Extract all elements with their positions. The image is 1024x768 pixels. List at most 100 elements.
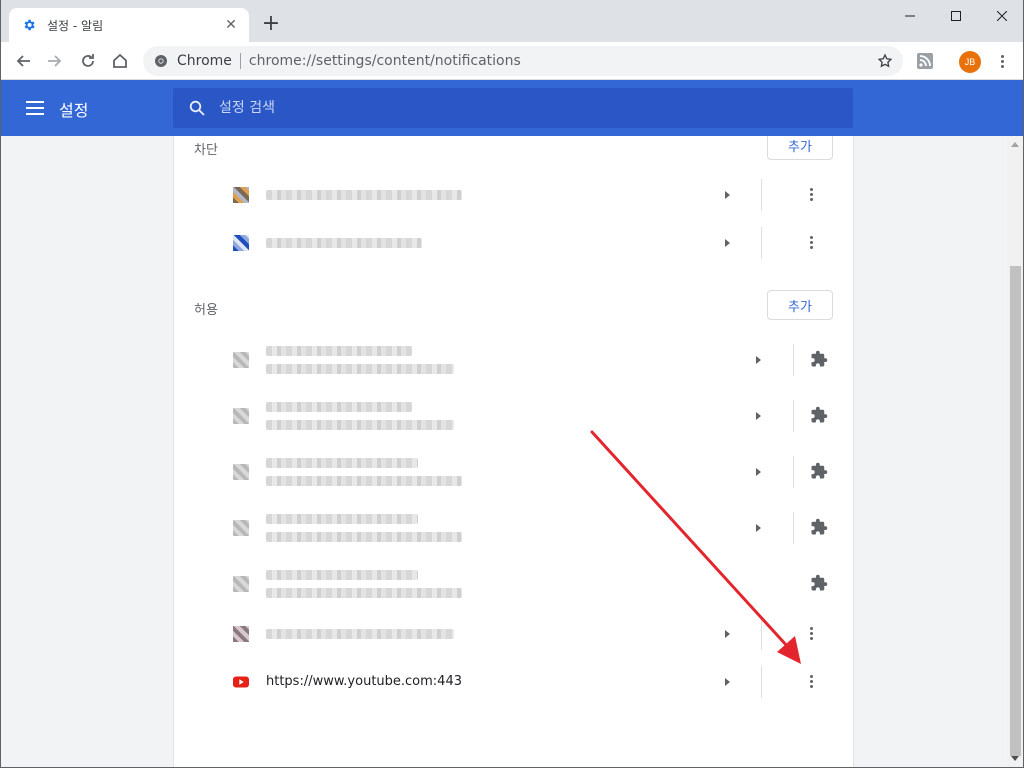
chevron-right-icon[interactable] (725, 239, 730, 247)
site-url-redacted (266, 458, 418, 468)
site-url-redacted (266, 629, 454, 639)
row-divider (793, 344, 794, 376)
reload-icon (82, 54, 94, 67)
scroll-up-arrow-icon[interactable] (1011, 142, 1019, 147)
site-source-redacted (266, 364, 454, 374)
browser-toolbar: Chrome chrome://settings/content/notific… (1, 42, 1023, 80)
site-source-redacted (266, 532, 462, 542)
settings-search[interactable] (173, 88, 853, 128)
chevron-right-icon[interactable] (756, 412, 761, 420)
site-source-redacted (266, 420, 454, 430)
back-button[interactable] (11, 49, 35, 73)
site-source-redacted (266, 476, 462, 486)
close-window-button[interactable] (979, 0, 1023, 32)
minimize-button[interactable] (887, 0, 933, 32)
youtube-icon (233, 674, 249, 694)
tab-strip: 설정 - 알림 ✕ + (1, 0, 1023, 42)
allowed-site-row[interactable] (174, 390, 855, 442)
chevron-right-icon[interactable] (725, 191, 730, 199)
url-separator (239, 53, 241, 69)
allowed-site-row-youtube[interactable]: https://www.youtube.com:443 (174, 658, 855, 706)
site-url-redacted (266, 514, 418, 524)
site-favicon (233, 187, 249, 203)
browser-window: 설정 - 알림 ✕ + Chrome chrome://settings/con… (0, 0, 1024, 768)
blocked-section-label: 차단 (194, 143, 218, 158)
site-favicon (233, 576, 249, 592)
more-vert-icon[interactable] (810, 188, 814, 201)
site-url-redacted (266, 346, 412, 356)
puzzle-icon[interactable] (810, 462, 828, 484)
tab-settings[interactable]: 설정 - 알림 ✕ (9, 8, 249, 42)
row-divider (793, 512, 794, 544)
arrow-left-icon (16, 55, 30, 67)
scrollbar-thumb[interactable] (1010, 266, 1021, 756)
allowed-site-row[interactable] (174, 334, 855, 386)
site-source-redacted (266, 588, 462, 598)
row-divider (793, 456, 794, 488)
notifications-card: 차단 추가 허용 추가 https://www.youtube.com:443 (173, 136, 855, 767)
scroll-down-arrow-icon[interactable] (1011, 756, 1019, 761)
forward-button[interactable] (43, 49, 67, 73)
rss-icon (917, 53, 933, 69)
url-origin: Chrome (177, 53, 232, 69)
home-button[interactable] (108, 49, 132, 73)
row-divider (761, 666, 762, 698)
more-vert-icon[interactable] (810, 675, 814, 688)
add-blocked-button[interactable]: 추가 (767, 136, 833, 160)
browser-menu-button[interactable] (991, 49, 1015, 73)
maximize-button[interactable] (933, 0, 979, 32)
blocked-site-row[interactable] (174, 171, 855, 219)
chevron-right-icon[interactable] (756, 356, 761, 364)
settings-title: 설정 (59, 101, 89, 120)
settings-content: 차단 추가 허용 추가 https://www.youtube.com:443 (1, 136, 1007, 767)
puzzle-icon[interactable] (810, 350, 828, 372)
chevron-right-icon[interactable] (756, 468, 761, 476)
reload-button[interactable] (76, 49, 100, 73)
search-input[interactable] (219, 100, 819, 116)
more-vert-icon (1001, 54, 1005, 68)
row-divider (761, 227, 762, 259)
allowed-site-row[interactable] (174, 446, 855, 498)
site-url-redacted (266, 570, 418, 580)
gear-icon (21, 17, 37, 33)
menu-button[interactable] (23, 96, 47, 120)
chevron-right-icon[interactable] (725, 678, 730, 686)
site-url: https://www.youtube.com:443 (266, 674, 462, 689)
row-divider (793, 400, 794, 432)
site-favicon (233, 352, 249, 368)
row-divider (761, 179, 762, 211)
page-scrollbar[interactable] (1007, 136, 1023, 767)
allowed-site-row[interactable] (174, 610, 855, 658)
allowed-site-row[interactable] (174, 502, 855, 554)
site-favicon (233, 408, 249, 424)
blocked-site-row[interactable] (174, 219, 855, 267)
site-url-redacted (266, 402, 412, 412)
site-favicon (233, 464, 249, 480)
home-icon (113, 53, 127, 68)
chevron-right-icon[interactable] (725, 630, 730, 638)
site-favicon (233, 520, 249, 536)
row-divider (761, 618, 762, 650)
close-tab-icon[interactable]: ✕ (223, 17, 239, 33)
hamburger-icon (26, 101, 44, 115)
site-url-redacted (266, 238, 422, 248)
puzzle-icon[interactable] (810, 518, 828, 540)
more-vert-icon[interactable] (810, 236, 814, 249)
site-url-redacted (266, 190, 462, 200)
url-text: chrome://settings/content/notifications (248, 53, 521, 69)
address-bar[interactable]: Chrome chrome://settings/content/notific… (143, 46, 903, 76)
profile-avatar[interactable]: JB (959, 51, 981, 73)
new-tab-button[interactable]: + (259, 12, 283, 36)
rss-extension-button[interactable] (913, 49, 937, 73)
more-vert-icon[interactable] (810, 627, 814, 640)
allowed-site-row[interactable] (174, 558, 855, 610)
add-allowed-button[interactable]: 추가 (767, 290, 833, 320)
bookmark-star-icon[interactable] (875, 51, 895, 71)
chevron-right-icon[interactable] (756, 524, 761, 532)
search-icon (187, 98, 207, 118)
allowed-section-label: 허용 (194, 303, 218, 318)
puzzle-icon[interactable] (810, 574, 828, 596)
tab-title: 설정 - 알림 (47, 18, 104, 33)
chrome-icon (153, 53, 169, 69)
puzzle-icon[interactable] (810, 406, 828, 428)
